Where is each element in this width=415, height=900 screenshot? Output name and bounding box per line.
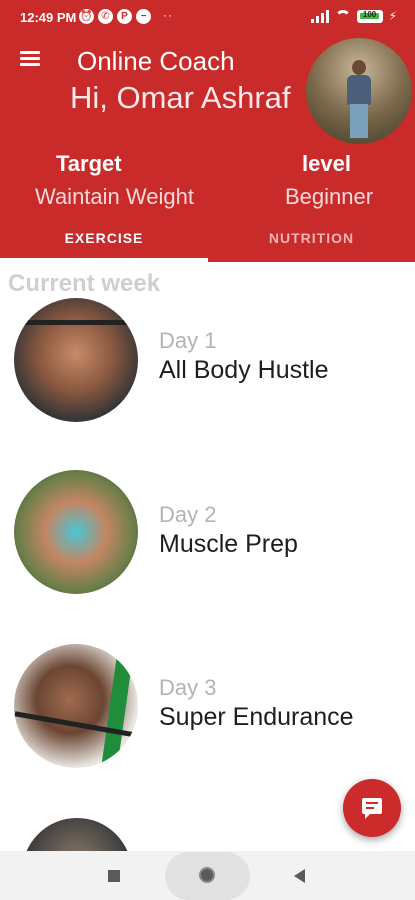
system-icons: 100 ⚡ xyxy=(310,9,397,23)
battery-level: 100 xyxy=(362,9,377,19)
day-title: All Body Hustle xyxy=(159,356,329,384)
whatsapp-icon: ✆ xyxy=(98,9,113,24)
system-nav-bar xyxy=(0,851,415,900)
menu-icon[interactable] xyxy=(20,50,42,68)
tab-nutrition[interactable]: NUTRITION xyxy=(208,230,415,246)
day-number: Day 2 xyxy=(159,502,217,527)
day-title: Super Endurance xyxy=(159,703,354,731)
status-time: 12:49 PM xyxy=(20,10,77,25)
day-card-1[interactable]: Day 1 All Body Hustle xyxy=(0,296,415,426)
tab-exercise[interactable]: EXERCISE xyxy=(0,230,208,246)
section-title: Current week xyxy=(8,270,161,297)
app-icon: P xyxy=(117,9,132,24)
day-3-image xyxy=(14,644,138,768)
target-value: Waintain Weight xyxy=(35,184,194,209)
signal-icon xyxy=(310,9,329,23)
chat-fab[interactable] xyxy=(343,779,401,837)
app-title: Online Coach xyxy=(77,46,235,76)
level-label: level xyxy=(302,151,351,176)
more-notifications-icon: ·· xyxy=(163,8,173,22)
target-label: Target xyxy=(56,151,122,176)
status-bar: 12:49 PM ⏰ ✆ P − ·· 100 ⚡ xyxy=(0,0,415,36)
app-header: 12:49 PM ⏰ ✆ P − ·· 100 ⚡ Online Coach H… xyxy=(0,0,415,262)
battery-icon: 100 xyxy=(356,9,383,23)
chat-icon xyxy=(362,798,382,819)
home-button[interactable] xyxy=(165,852,250,900)
notification-icons: ⏰ ✆ P − xyxy=(79,9,151,24)
alarm-icon: ⏰ xyxy=(79,9,94,24)
greeting-text: Hi, Omar Ashraf xyxy=(70,80,291,115)
profile-avatar[interactable] xyxy=(306,38,412,144)
day-2-image xyxy=(14,470,138,594)
day-number: Day 1 xyxy=(159,328,217,353)
tab-indicator xyxy=(0,258,208,262)
recents-square-icon[interactable] xyxy=(108,870,120,882)
level-value: Beginner xyxy=(285,184,374,209)
charging-icon: ⚡ xyxy=(388,9,397,23)
day-4-image xyxy=(22,818,132,851)
day-title: Muscle Prep xyxy=(159,530,298,558)
day-card-2[interactable]: Day 2 Muscle Prep xyxy=(0,470,415,600)
home-circle-icon xyxy=(199,867,215,883)
day-card-3[interactable]: Day 3 Super Endurance xyxy=(0,643,415,773)
back-triangle-icon[interactable] xyxy=(294,869,305,883)
day-1-image xyxy=(14,298,138,422)
minus-circle-icon: − xyxy=(136,9,151,24)
wifi-icon xyxy=(334,10,351,22)
day-number: Day 3 xyxy=(159,675,217,700)
